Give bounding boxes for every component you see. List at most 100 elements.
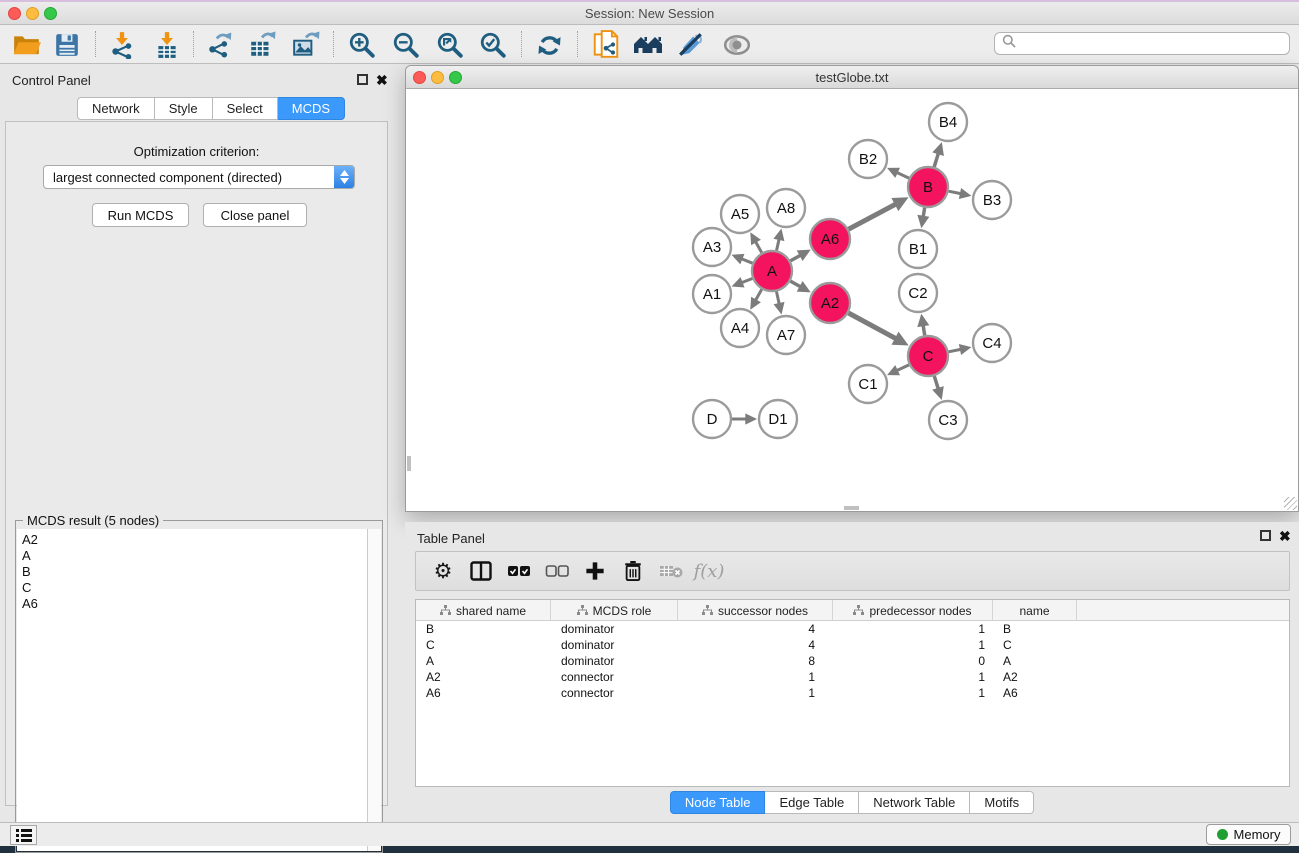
network-titlebar[interactable]: testGlobe.txt	[406, 66, 1298, 89]
zoom-selected-icon[interactable]	[478, 30, 508, 60]
tab-mcds[interactable]: MCDS	[278, 97, 345, 120]
graph-edge-C-C3[interactable]	[934, 376, 938, 390]
deselect-all-icon[interactable]	[538, 556, 576, 586]
column-label: successor nodes	[718, 604, 808, 618]
hide-details-pen-icon[interactable]	[676, 30, 706, 60]
tab-motifs[interactable]: Motifs	[970, 791, 1034, 814]
split-columns-icon[interactable]	[462, 556, 500, 586]
column-header-MCDS-role[interactable]: MCDS role	[551, 600, 678, 621]
gear-icon[interactable]: ⚙	[424, 556, 462, 586]
table-row[interactable]: Bdominator41B	[416, 621, 1289, 637]
toolbar-separator	[95, 31, 96, 57]
mcds-result-group: MCDS result (5 nodes) A2ABCA6	[15, 520, 383, 853]
window-resize-grip[interactable]	[1284, 497, 1297, 510]
graph-node-label: A2	[821, 295, 839, 312]
tab-network[interactable]: Network	[77, 97, 155, 120]
graph-edge-B-B4[interactable]	[934, 152, 939, 167]
run-mcds-button[interactable]: Run MCDS	[92, 203, 189, 227]
function-builder-icon: f(x)	[690, 556, 728, 586]
task-history-button[interactable]	[10, 825, 37, 845]
graph-edge-A-A7[interactable]	[776, 292, 779, 305]
search-field[interactable]	[994, 32, 1290, 55]
select-all-icon[interactable]	[500, 556, 538, 586]
close-panel-icon[interactable]: ✖	[376, 74, 388, 86]
result-item[interactable]: A2	[22, 532, 367, 548]
network-file-icon[interactable]	[591, 30, 621, 60]
memory-button[interactable]: Memory	[1206, 824, 1291, 845]
column-header-name[interactable]: name	[993, 600, 1077, 621]
result-item[interactable]: A6	[22, 596, 367, 612]
graph-edge-A-A5[interactable]	[755, 241, 762, 253]
close-panel-button[interactable]: Close panel	[203, 203, 307, 227]
column-header-predecessor-nodes[interactable]: predecessor nodes	[833, 600, 993, 621]
result-item[interactable]: B	[22, 564, 367, 580]
column-header-shared-name[interactable]: shared name	[416, 600, 551, 621]
table-cell: 1	[833, 685, 993, 701]
open-folder-icon[interactable]	[12, 30, 42, 60]
eye-icon[interactable]	[722, 30, 752, 60]
tab-node-table[interactable]: Node Table	[670, 791, 766, 814]
houses-icon[interactable]	[633, 30, 663, 60]
export-image-icon[interactable]	[291, 30, 321, 60]
dropdown-stepper-icon	[334, 166, 354, 188]
tree-icon	[702, 605, 713, 616]
zoom-in-icon[interactable]	[347, 30, 377, 60]
network-canvas[interactable]: B4B2BB3A8A5A6A3B1AC2A1A2A4A7C4CC1DD1C3	[406, 89, 1298, 511]
network-graph[interactable]: B4B2BB3A8A5A6A3B1AC2A1A2A4A7C4CC1DD1C3	[406, 89, 1298, 511]
dropdown-value: largest connected component (directed)	[44, 170, 334, 185]
graph-node-label: C1	[858, 376, 877, 393]
table-cell: 1	[678, 685, 833, 701]
graph-node-label: A	[767, 263, 777, 280]
float-table-panel-icon[interactable]	[1260, 530, 1271, 541]
close-table-panel-icon[interactable]: ✖	[1279, 530, 1291, 542]
float-panel-icon[interactable]	[357, 74, 368, 85]
table-cell: 4	[678, 621, 833, 637]
table-header-row: shared name MCDS role successor nodes prede…	[416, 600, 1289, 621]
export-table-icon[interactable]	[247, 30, 277, 60]
graph-node-label: B2	[859, 151, 877, 168]
result-item[interactable]: A	[22, 548, 367, 564]
tab-style[interactable]: Style	[155, 97, 213, 120]
export-network-icon[interactable]	[205, 30, 235, 60]
graph-edge-B-B2[interactable]	[896, 172, 909, 178]
graph-node-label: A4	[731, 320, 749, 337]
table-row[interactable]: Adominator80A	[416, 653, 1289, 669]
canvas-vscroll-mark[interactable]	[407, 456, 411, 471]
column-label: name	[1019, 604, 1049, 618]
graph-node-label: A3	[703, 239, 721, 256]
table-cell: A	[993, 653, 1077, 669]
tab-edge-table[interactable]: Edge Table	[765, 791, 859, 814]
refresh-layout-icon[interactable]	[534, 30, 564, 60]
import-network-icon[interactable]	[107, 30, 137, 60]
table-row[interactable]: Cdominator41C	[416, 637, 1289, 653]
column-header-successor-nodes[interactable]: successor nodes	[678, 600, 833, 621]
graph-node-label: C	[923, 348, 934, 365]
canvas-hscroll-mark[interactable]	[844, 506, 859, 510]
table-row[interactable]: A6connector11A6	[416, 685, 1289, 701]
table-toolbar: ⚙ f(x)	[415, 551, 1290, 591]
toolbar-separator	[577, 31, 578, 57]
add-column-icon[interactable]	[576, 556, 614, 586]
graph-edge-A6-B[interactable]	[849, 204, 897, 230]
search-input[interactable]	[1020, 36, 1289, 51]
column-label: shared name	[456, 604, 526, 618]
save-icon[interactable]	[52, 30, 82, 60]
graph-edge-C-C4[interactable]	[949, 349, 962, 352]
trash-icon[interactable]	[614, 556, 652, 586]
graph-edge-A2-C[interactable]	[848, 313, 896, 339]
result-item[interactable]: C	[22, 580, 367, 596]
tab-select[interactable]: Select	[213, 97, 278, 120]
graph-edge-C-C1[interactable]	[896, 365, 909, 371]
mcds-result-list[interactable]: A2ABCA6	[17, 529, 368, 851]
table-row[interactable]: A2connector11A2	[416, 669, 1289, 685]
zoom-out-icon[interactable]	[391, 30, 421, 60]
graph-edge-B-B3[interactable]	[949, 191, 962, 194]
table-panel-title: Table Panel	[417, 531, 485, 546]
result-scrollbar[interactable]	[368, 529, 381, 851]
import-table-icon[interactable]	[152, 30, 182, 60]
optimization-dropdown[interactable]: largest connected component (directed)	[43, 165, 355, 189]
graph-edge-A-A4[interactable]	[755, 289, 762, 301]
zoom-fit-icon[interactable]	[435, 30, 465, 60]
tab-network-table[interactable]: Network Table	[859, 791, 970, 814]
graph-arrowhead	[959, 344, 972, 355]
